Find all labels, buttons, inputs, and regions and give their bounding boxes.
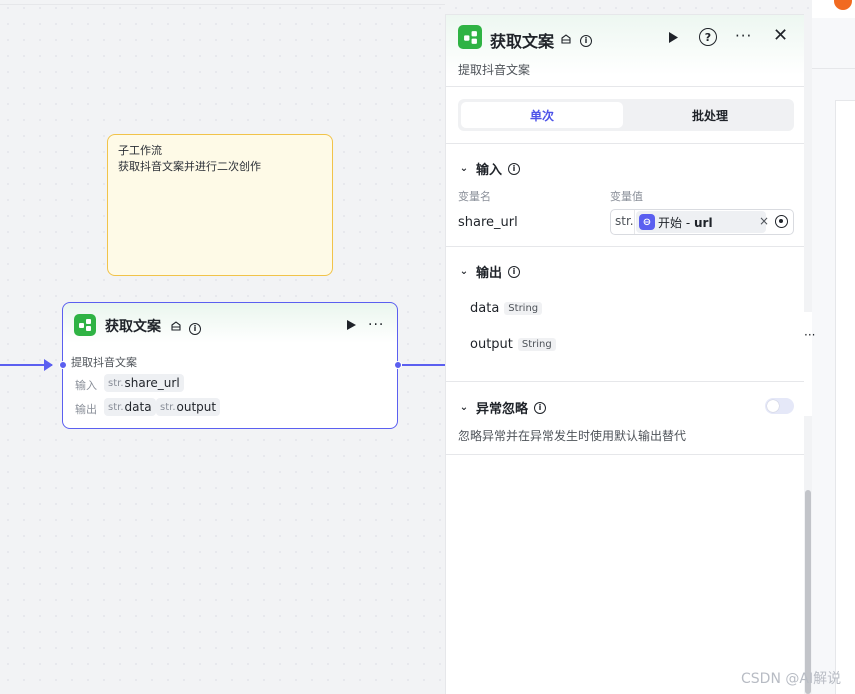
- info-icon[interactable]: i: [534, 401, 547, 414]
- panel-description[interactable]: 提取抖音文案: [458, 61, 530, 78]
- info-icon[interactable]: i: [580, 32, 592, 47]
- node-input-port[interactable]: [59, 361, 67, 369]
- output-section-title: 输出: [476, 266, 503, 281]
- input-section-header[interactable]: ⌄ 输入 i: [458, 159, 521, 178]
- node-output-label: 输出: [75, 403, 97, 416]
- node-description: 提取抖音文案: [71, 356, 137, 369]
- type-prefix: str.: [160, 401, 176, 413]
- start-node-icon: ⊖: [639, 214, 655, 230]
- output-type-badge: String: [504, 302, 543, 315]
- watermark: CSDN @AI解说: [741, 671, 842, 687]
- workflow-node-icon: [74, 314, 96, 336]
- reference-text: 开始 - url: [658, 216, 713, 230]
- node-input-chip: str. share_url: [104, 374, 184, 392]
- output-item: output String: [470, 337, 556, 352]
- canvas-top-border: [0, 4, 445, 5]
- clear-icon[interactable]: ×: [759, 214, 769, 228]
- section-divider: [446, 246, 805, 247]
- variable-reference-field[interactable]: str. ⊖ 开始 - url ×: [610, 209, 794, 235]
- output-name: data: [470, 301, 500, 316]
- more-icon[interactable]: ···: [735, 27, 752, 45]
- tab-single[interactable]: 单次: [461, 102, 623, 128]
- panel-header: 获取文案 i ? ··· ✕ 提取抖音文案: [446, 15, 805, 87]
- run-mode-switch: 单次 批处理: [458, 99, 794, 131]
- node-input-label: 输入: [75, 379, 97, 392]
- info-icon[interactable]: i: [508, 265, 521, 278]
- chevron-down-icon[interactable]: ⌄: [458, 163, 470, 174]
- node-settings-panel: 获取文案 i ? ··· ✕ 提取抖音文案 单次 批处理 ⌄ 输入 i 变量名 …: [445, 14, 805, 694]
- info-icon[interactable]: i: [189, 320, 201, 335]
- type-prefix: str.: [108, 377, 124, 389]
- output-var-name: data: [124, 400, 152, 414]
- output-type-badge: String: [517, 338, 556, 351]
- target-icon[interactable]: [775, 215, 788, 228]
- chevron-down-icon[interactable]: ⌄: [458, 266, 470, 277]
- variable-reference-chip[interactable]: ⊖ 开始 - url: [636, 211, 766, 233]
- run-icon[interactable]: [667, 31, 679, 48]
- close-icon[interactable]: ✕: [773, 25, 788, 46]
- package-icon: [560, 33, 572, 49]
- section-divider: [446, 454, 805, 455]
- output-name: output: [470, 337, 513, 352]
- exception-section-title: 异常忽略: [476, 402, 529, 417]
- node-title: 获取文案: [105, 319, 161, 335]
- note-title: 子工作流: [118, 144, 162, 157]
- input-var-name: share_url: [458, 215, 518, 230]
- exception-description: 忽略异常并在异常发生时使用默认输出替代: [458, 429, 687, 443]
- note-body: 获取抖音文案并进行二次创作: [118, 160, 261, 173]
- exception-section-header[interactable]: ⌄ 异常忽略 i: [458, 398, 547, 417]
- right-divider: [812, 68, 855, 69]
- info-icon[interactable]: i: [508, 162, 521, 175]
- scrollbar-thumb[interactable]: [805, 490, 811, 694]
- right-side-card: [835, 100, 855, 694]
- output-var-name: output: [176, 400, 217, 414]
- node-more-icon[interactable]: ···: [368, 317, 384, 333]
- help-icon[interactable]: ?: [699, 28, 717, 46]
- var-type: str.: [615, 214, 634, 228]
- col-var-value: 变量值: [610, 190, 643, 203]
- tab-batch[interactable]: 批处理: [629, 102, 791, 128]
- outgoing-edge[interactable]: [402, 364, 445, 366]
- package-icon: [170, 320, 182, 336]
- node-output-chip: str. data: [104, 398, 156, 416]
- workflow-node-card[interactable]: 获取文案 i ··· 提取抖音文案 输入 str. share_url 输出 s…: [62, 302, 398, 429]
- node-output-port[interactable]: [394, 361, 402, 369]
- var-type-divider: [634, 210, 635, 234]
- node-output-chip: str. output: [156, 398, 221, 416]
- output-item: data String: [470, 301, 543, 316]
- run-icon[interactable]: [345, 319, 357, 335]
- comment-note[interactable]: 子工作流 获取抖音文案并进行二次创作: [107, 134, 333, 276]
- output-section-header[interactable]: ⌄ 输出 i: [458, 262, 521, 281]
- type-prefix: str.: [108, 401, 124, 413]
- input-var-name: share_url: [124, 376, 180, 390]
- workflow-node-icon: [458, 25, 482, 49]
- ignore-exception-toggle[interactable]: [765, 398, 794, 414]
- section-divider: [446, 143, 805, 144]
- input-section-title: 输入: [476, 163, 503, 178]
- panel-title[interactable]: 获取文案: [490, 28, 554, 52]
- incoming-edge-arrow: [44, 359, 53, 371]
- more-icon[interactable]: ···: [804, 328, 815, 342]
- col-var-name: 变量名: [458, 190, 491, 203]
- section-divider: [446, 381, 805, 382]
- chevron-down-icon[interactable]: ⌄: [458, 402, 470, 413]
